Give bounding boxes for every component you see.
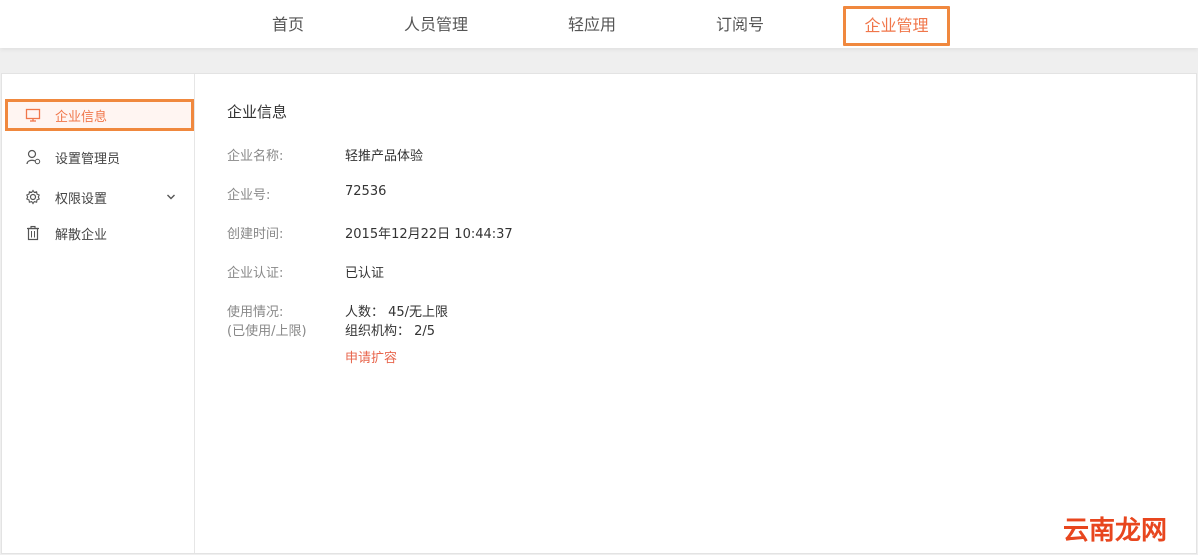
sidebar: 企业信息 设置管理员 权限设置 解散企业 bbox=[2, 74, 195, 553]
gear-icon bbox=[25, 189, 41, 205]
usage-people-value: 人数： 45/无上限 bbox=[345, 305, 449, 320]
enterprise-id-label: 企业号: bbox=[227, 188, 271, 203]
sidebar-item-label: 企业信息 bbox=[55, 110, 108, 125]
sidebar-item-label: 权限设置 bbox=[55, 192, 108, 207]
request-expansion-link[interactable]: 申请扩容 bbox=[345, 347, 397, 366]
certification-label: 企业认证: bbox=[227, 266, 284, 281]
trash-icon bbox=[25, 225, 41, 241]
usage-sublabel: (已使用/上限) bbox=[227, 324, 307, 339]
sidebar-item-permissions[interactable]: 权限设置 bbox=[5, 181, 194, 213]
nav-item-light-apps[interactable]: 轻应用 bbox=[560, 0, 624, 48]
usage-orgs-value: 组织机构： 2/5 bbox=[345, 324, 436, 339]
nav-item-enterprise[interactable]: 企业管理 bbox=[843, 6, 950, 46]
main-panel: 企业信息 设置管理员 权限设置 解散企业 企业信息 企业名称: 轻推产品体验 企… bbox=[1, 73, 1197, 554]
created-time-value: 2015年12月22日 10:44:37 bbox=[345, 227, 513, 242]
section-title: 企业信息 bbox=[227, 103, 288, 121]
sidebar-item-dissolve-enterprise[interactable]: 解散企业 bbox=[5, 217, 194, 249]
nav-item-people[interactable]: 人员管理 bbox=[398, 0, 474, 48]
sidebar-item-enterprise-info[interactable]: 企业信息 bbox=[5, 99, 194, 131]
enterprise-id-value: 72536 bbox=[345, 184, 387, 199]
watermark-logo: 云南龙网 bbox=[1063, 516, 1168, 546]
enterprise-name-value: 轻推产品体验 bbox=[345, 149, 424, 164]
sidebar-item-label: 解散企业 bbox=[55, 228, 108, 243]
admin-user-icon bbox=[25, 149, 41, 165]
top-navigation: 首页 人员管理 轻应用 订阅号 企业管理 bbox=[0, 0, 1198, 48]
created-time-label: 创建时间: bbox=[227, 227, 284, 242]
sidebar-item-set-admin[interactable]: 设置管理员 bbox=[5, 141, 194, 173]
nav-item-home[interactable]: 首页 bbox=[262, 0, 314, 48]
sidebar-item-label: 设置管理员 bbox=[55, 152, 121, 167]
nav-item-subscriptions[interactable]: 订阅号 bbox=[708, 0, 772, 48]
enterprise-name-label: 企业名称: bbox=[227, 149, 284, 164]
usage-label: 使用情况: bbox=[227, 305, 284, 320]
chevron-down-icon[interactable] bbox=[166, 191, 176, 201]
certification-value: 已认证 bbox=[345, 266, 385, 281]
monitor-icon bbox=[25, 107, 41, 123]
